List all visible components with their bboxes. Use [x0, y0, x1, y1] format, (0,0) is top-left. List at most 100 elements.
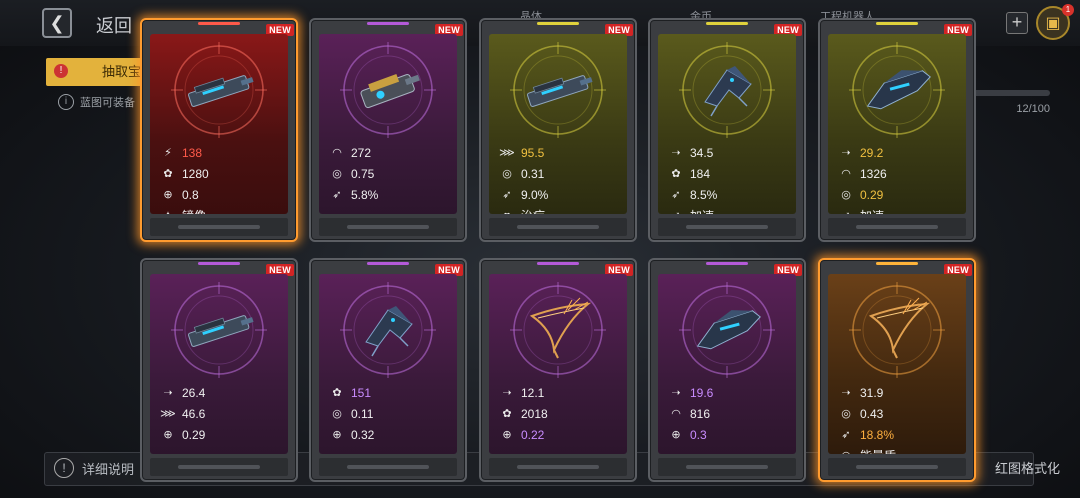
speed-icon: ➝ [163, 387, 173, 399]
speed-icon: ➝ [502, 387, 512, 399]
stat-value: 加速 [690, 207, 714, 214]
speed-icon: ➝ [841, 147, 851, 159]
card-panel: ✿ 151 ◎ 0.11 ⊕ 0.32 [319, 274, 457, 454]
ship-scope [510, 42, 606, 138]
stat-value: 31.9 [860, 385, 884, 400]
stat-list: ➝ 19.6 ◠ 816 ⊕ 0.3 [666, 382, 790, 445]
detail-label: 详细说明 [82, 461, 135, 477]
card-panel: ➝ 31.9 ◎ 0.43 ➶ 18.8% ◎ 能量盾 [828, 274, 966, 454]
blueprint-card[interactable]: NEW➝29.2◠1326◎0.29➹加速 [818, 18, 976, 242]
rarity-stripe [706, 22, 748, 25]
blueprint-card[interactable]: NEW ➝ 12.1 ✿ 2018 ⊕ 0.22 [479, 258, 637, 482]
shield-icon: ◎ [836, 449, 856, 454]
card-footer [828, 458, 966, 476]
card-panel: ➝ 26.4 ⋙ 46.6 ⊕ 0.29 [150, 274, 288, 454]
stat-value: 46.6 [182, 406, 206, 421]
stat-value: 0.3 [690, 427, 707, 442]
stat-list: ✿ 151 ◎ 0.11 ⊕ 0.32 [327, 382, 451, 445]
crosshair-icon: ⊕ [163, 429, 173, 441]
stat-row: ➝ 31.9 [836, 382, 960, 403]
stat-value: 0.22 [521, 427, 545, 442]
stat-list: ➝ 26.4 ⋙ 46.6 ⊕ 0.29 [158, 382, 282, 445]
blueprint-card[interactable]: NEW➝31.9◎0.43➶18.8%◎能量盾 [818, 258, 976, 482]
stat-row: ◎ 能量盾 [836, 445, 960, 454]
add-button[interactable]: + [1006, 12, 1028, 34]
card-footer [319, 218, 457, 236]
stat-row: ➝ 19.6 [666, 382, 790, 403]
stat-value: 2018 [521, 406, 548, 421]
crosshair-icon: ⊕ [671, 429, 681, 441]
draw-tab[interactable]: ! 抽取宝 [46, 58, 146, 86]
format-button[interactable]: 红图格式化 [995, 458, 1060, 477]
damage-icon: ⚡ [164, 147, 172, 159]
info-row: i 蓝图可装备 [58, 94, 135, 110]
stat-row: ◎ 0.43 [836, 403, 960, 424]
stat-value: 治疗 [521, 207, 545, 214]
blueprint-card[interactable]: NEW ◠ 272 ◎ 0.75 ➶ 5.8% [309, 18, 467, 242]
stat-value: 0.31 [521, 166, 545, 181]
stat-value: 0.29 [860, 187, 884, 202]
stat-value: 19.6 [690, 385, 714, 400]
stat-row: ✦ 镜像 [158, 205, 282, 214]
blueprint-card[interactable]: NEW ✿ 151 ◎ 0.11 ⊕ 0.32 [309, 258, 467, 482]
stat-value: 34.5 [690, 145, 714, 160]
stat-row: ◠ 1326 [836, 163, 960, 184]
stat-value: 1326 [860, 166, 887, 181]
rocket-icon: ➶ [841, 429, 851, 441]
blueprint-card[interactable]: NEW ➝ 19.6 ◠ 816 ⊕ 0.3 [648, 258, 806, 482]
stat-list: ⚡ 138 ✿ 1280 ⊕ 0.8 ✦ 镜像 [158, 142, 282, 215]
back-label[interactable]: 返回 [96, 12, 132, 38]
stat-row: ⋙ 46.6 [158, 403, 282, 424]
blueprint-card[interactable]: NEW⚡138✿1280⊕0.8✦镜像 [140, 18, 298, 242]
stat-value: 8.5% [690, 187, 718, 202]
rarity-stripe [537, 262, 579, 265]
stat-row: ➶ 8.5% [666, 184, 790, 205]
card-footer [658, 218, 796, 236]
stat-row: ➝ 29.2 [836, 142, 960, 163]
stat-value: 镜像 [182, 207, 206, 214]
speed-icon: ➝ [671, 387, 681, 399]
stat-value: 138 [182, 145, 203, 160]
heal-icon: ♥ [497, 210, 517, 215]
stat-row: ➝ 26.4 [158, 382, 282, 403]
speed-icon: ➝ [671, 147, 681, 159]
blueprint-card[interactable]: NEW➝34.5✿184➶8.5%➹加速 [648, 18, 806, 242]
ship-scope [171, 42, 267, 138]
detail-button[interactable]: ! 详细说明 [54, 458, 134, 478]
ship-scope [679, 42, 775, 138]
card-panel: ⋙ 95.5 ◎ 0.31 ➶ 9.0% ♥ 治疗 [489, 34, 627, 214]
card-panel: ◠ 272 ◎ 0.75 ➶ 5.8% [319, 34, 457, 214]
stat-row: ⊕ 0.32 [327, 424, 451, 445]
alert-icon: ! [54, 64, 68, 78]
stat-value: 0.11 [351, 406, 374, 421]
chevron-left-icon: ❮ [49, 12, 65, 33]
stat-row: ⊕ 0.3 [666, 424, 790, 445]
rarity-stripe [367, 262, 409, 265]
stat-row: ⊕ 0.22 [497, 424, 621, 445]
stage: ❮ 返回 晶体 金币 工程机器人 + ▣ 1 ! 抽取宝 i 蓝图可装备 12/… [0, 0, 1080, 498]
card-panel: ➝ 19.6 ◠ 816 ⊕ 0.3 [658, 274, 796, 454]
stat-row: ➝ 34.5 [666, 142, 790, 163]
back-button[interactable]: ❮ [42, 8, 72, 38]
rarity-stripe [537, 22, 579, 25]
card-footer [828, 218, 966, 236]
stat-row: ◎ 0.11 [327, 403, 451, 424]
blueprint-card[interactable]: NEW⋙95.5◎0.31➶9.0%♥治疗 [479, 18, 637, 242]
crosshair-icon: ⊕ [332, 429, 342, 441]
stat-value: 184 [690, 166, 711, 181]
energy-icon: ✿ [332, 387, 342, 399]
speed-icon: ➝ [841, 387, 851, 399]
shield-icon: ◎ [841, 408, 851, 420]
stat-row: ⋙ 95.5 [497, 142, 621, 163]
range-icon: ⋙ [160, 408, 176, 420]
progress-bar [970, 90, 1050, 96]
rocket-icon: ➶ [332, 189, 342, 201]
rarity-stripe [876, 262, 918, 265]
blueprint-card[interactable]: NEW ➝ 26.4 ⋙ 46.6 ⊕ 0.29 [140, 258, 298, 482]
card-footer [150, 458, 288, 476]
ship-scope [510, 282, 606, 378]
cart-badge: 1 [1062, 4, 1074, 16]
energy-icon: ✿ [502, 408, 512, 420]
crosshair-icon: ⊕ [502, 429, 512, 441]
cart-icon: ▣ [1045, 15, 1061, 32]
